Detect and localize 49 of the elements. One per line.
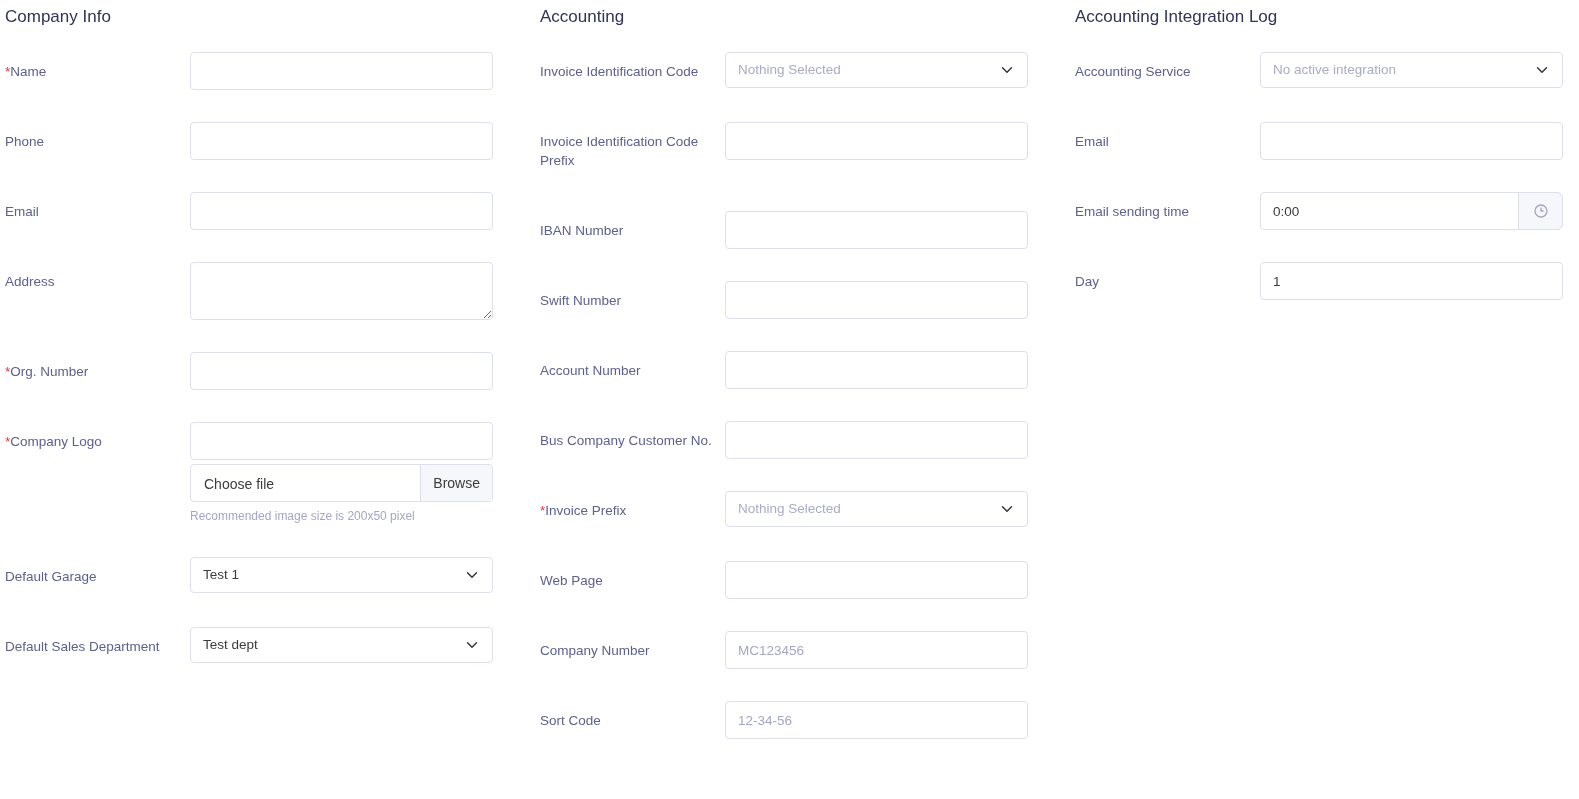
text-input[interactable] (190, 52, 493, 90)
field-label: Day (1075, 273, 1100, 291)
text-input[interactable] (725, 281, 1028, 319)
field-label: *Org. Number (5, 363, 90, 381)
text-input[interactable] (725, 351, 1028, 389)
field-label: Sort Code (540, 712, 602, 730)
text-input[interactable] (190, 122, 493, 160)
select-field[interactable]: Test 1 (190, 557, 493, 593)
help-text: Recommended image size is 200x50 pixel (190, 508, 416, 525)
field-label: Address (5, 273, 56, 291)
text-input[interactable] (725, 421, 1028, 459)
text-input[interactable]: 1 (1260, 262, 1563, 300)
field-label: Phone (5, 133, 46, 151)
section-title: Accounting (540, 6, 626, 28)
clock-icon (1533, 204, 1548, 218)
field-label: IBAN Number (540, 222, 625, 240)
browse-button[interactable]: Browse (420, 465, 492, 501)
field-label: Invoice Identification Code (540, 63, 700, 81)
field-label: Web Page (540, 572, 604, 590)
text-input[interactable] (190, 422, 493, 460)
select-field[interactable]: Test dept (190, 627, 493, 663)
field-label: Bus Company Customer No. (540, 432, 713, 450)
text-input[interactable] (725, 561, 1028, 599)
file-input[interactable]: Choose file Browse (190, 464, 493, 502)
field-label: Email (5, 203, 40, 221)
field-label: *Company Logo (5, 433, 103, 451)
field-label: *Name (5, 63, 48, 81)
field-label: Invoice Identification Code Prefix (540, 133, 700, 170)
field-label: Company Number (540, 642, 651, 660)
text-input[interactable] (190, 352, 493, 390)
field-label: Swift Number (540, 292, 623, 310)
field-label: Accounting Service (1075, 63, 1192, 81)
clock-button[interactable] (1518, 192, 1563, 230)
section-title: Company Info (5, 6, 112, 28)
text-input[interactable] (1260, 122, 1563, 160)
text-input[interactable] (725, 211, 1028, 249)
field-label: Account Number (540, 362, 642, 380)
text-input[interactable]: MC123456 (725, 631, 1028, 669)
text-input[interactable] (725, 122, 1028, 160)
field-label: *Invoice Prefix (540, 502, 628, 520)
field-label: Email sending time (1075, 203, 1191, 221)
field-label: Email (1075, 133, 1110, 151)
text-input[interactable]: 12-34-56 (725, 701, 1028, 739)
time-input[interactable]: 0:00 (1260, 192, 1519, 230)
text-area[interactable] (190, 262, 493, 320)
field-label: Default Garage (5, 568, 98, 586)
field-label: Default Sales Department (5, 638, 161, 656)
section-title: Accounting Integration Log (1075, 6, 1279, 28)
text-input[interactable] (190, 192, 493, 230)
